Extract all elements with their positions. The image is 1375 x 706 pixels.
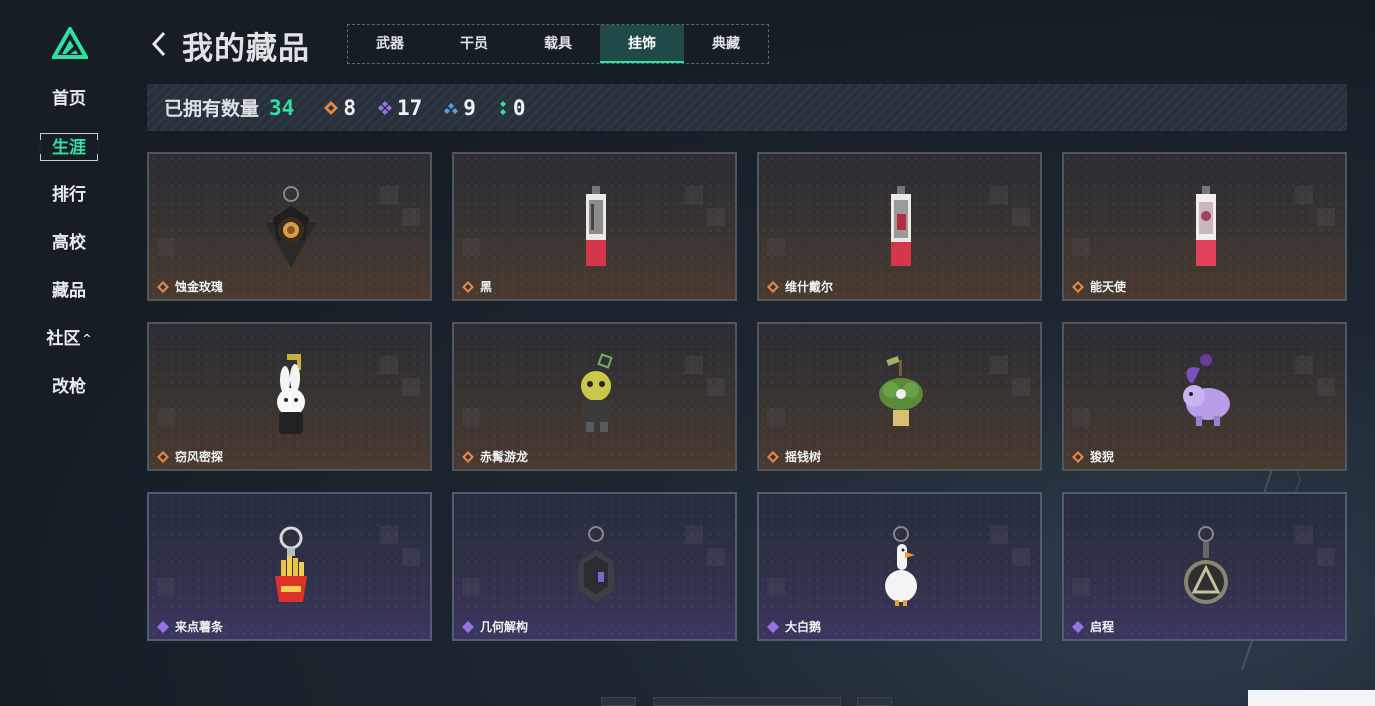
orange-diamond-icon <box>157 280 169 293</box>
purple-diamond-icon <box>377 100 392 115</box>
orange-diamond-icon <box>767 280 779 293</box>
owned-count-total: 34 <box>269 95 295 120</box>
sidebar: 首页 生涯 排行 高校 藏品 社区 ^ 改枪 <box>0 0 138 706</box>
back-arrow-icon[interactable] <box>148 28 172 60</box>
orange-diamond-icon <box>157 450 169 463</box>
nav-college[interactable]: 高校 <box>40 229 98 257</box>
collection-card[interactable]: 摇钱树 <box>757 322 1042 471</box>
floating-panel[interactable] <box>1248 690 1375 706</box>
geometric-charm-icon <box>578 526 614 602</box>
collection-card[interactable]: 启程 <box>1062 492 1347 641</box>
dragon-charm-icon <box>581 353 613 432</box>
nav-home[interactable]: 首页 <box>40 85 98 113</box>
rose-charm-icon <box>265 186 317 268</box>
purple-diamond-icon <box>767 620 779 633</box>
card-charm-icon <box>1196 186 1216 266</box>
item-name: 摇钱树 <box>785 450 822 464</box>
logo-icon[interactable] <box>52 27 88 59</box>
nav-career[interactable]: 生涯 <box>39 133 99 161</box>
item-name: 启程 <box>1090 620 1115 634</box>
rarity-count-green: 0 <box>498 96 526 120</box>
collection-card[interactable]: 维什戴尔 <box>757 152 1042 301</box>
item-name: 能天使 <box>1090 280 1127 294</box>
pagination-next-button[interactable] <box>857 697 892 706</box>
item-name: 狻猊 <box>1090 450 1115 464</box>
purple-diamond-icon <box>157 620 169 633</box>
tab-operators[interactable]: 干员 <box>432 25 516 63</box>
nav-gunsmith[interactable]: 改枪 <box>40 373 98 401</box>
purple-diamond-icon <box>1072 620 1084 633</box>
orange-diamond-icon <box>462 280 474 293</box>
collection-card[interactable]: 大白鹅 <box>757 492 1042 641</box>
blue-diamond-icon <box>444 102 459 114</box>
nav-ranking[interactable]: 排行 <box>40 181 98 209</box>
item-name: 大白鹅 <box>785 620 822 634</box>
tab-charms[interactable]: 挂饰 <box>600 25 684 63</box>
rarity-count-purple: 17 <box>377 96 422 120</box>
owned-count-label: 已拥有数量 <box>164 98 260 120</box>
card-charm-icon <box>586 186 606 266</box>
green-diamond-icon <box>499 100 506 115</box>
collection-card[interactable]: 赤髯游龙 <box>452 322 737 471</box>
category-tabs: 武器 干员 载具 挂饰 典藏 <box>347 24 769 64</box>
item-name: 蚀金玫瑰 <box>175 280 224 294</box>
tab-collector[interactable]: 典藏 <box>684 25 768 63</box>
collection-card[interactable]: 黑 <box>452 152 737 301</box>
purple-diamond-icon <box>462 620 474 633</box>
item-name: 赤髯游龙 <box>480 450 529 464</box>
fries-charm-icon <box>275 526 307 602</box>
collection-card[interactable]: 来点薯条 <box>147 492 432 641</box>
item-name: 窃风密探 <box>175 450 224 464</box>
pagination-page-input[interactable] <box>653 697 841 706</box>
medal-charm-icon <box>1184 526 1228 604</box>
orange-diamond-icon <box>1072 450 1084 463</box>
pagination-prev-button[interactable] <box>601 697 636 706</box>
tab-vehicles[interactable]: 载具 <box>516 25 600 63</box>
money-tree-charm-icon <box>879 356 923 426</box>
lion-charm-icon <box>1183 354 1230 426</box>
rabbit-charm-icon <box>277 354 305 434</box>
orange-diamond-icon <box>324 100 339 115</box>
nav-community[interactable]: 社区 ^ <box>40 325 98 353</box>
orange-diamond-icon <box>462 450 474 463</box>
item-name: 维什戴尔 <box>785 280 834 294</box>
chevron-up-icon: ^ <box>82 332 92 345</box>
item-name: 来点薯条 <box>175 620 224 634</box>
card-charm-icon <box>891 186 911 266</box>
orange-diamond-icon <box>1072 280 1084 293</box>
item-name: 黑 <box>480 280 493 294</box>
item-name: 几何解构 <box>480 620 529 634</box>
orange-diamond-icon <box>767 450 779 463</box>
owned-count-bar: 已拥有数量 34 8 17 9 0 <box>147 84 1347 131</box>
goose-charm-icon <box>885 526 917 606</box>
rarity-count-blue: 9 <box>444 96 476 120</box>
page-title: 我的藏品 <box>182 31 310 67</box>
collection-card[interactable]: 狻猊 <box>1062 322 1347 471</box>
collection-card[interactable]: 窃风密探 <box>147 322 432 471</box>
nav-collection[interactable]: 藏品 <box>40 277 98 305</box>
tab-weapons[interactable]: 武器 <box>348 25 432 63</box>
collection-card[interactable]: 蚀金玫瑰 <box>147 152 432 301</box>
rarity-count-orange: 8 <box>324 96 356 120</box>
collection-card[interactable]: 能天使 <box>1062 152 1347 301</box>
collection-card[interactable]: 几何解构 <box>452 492 737 641</box>
